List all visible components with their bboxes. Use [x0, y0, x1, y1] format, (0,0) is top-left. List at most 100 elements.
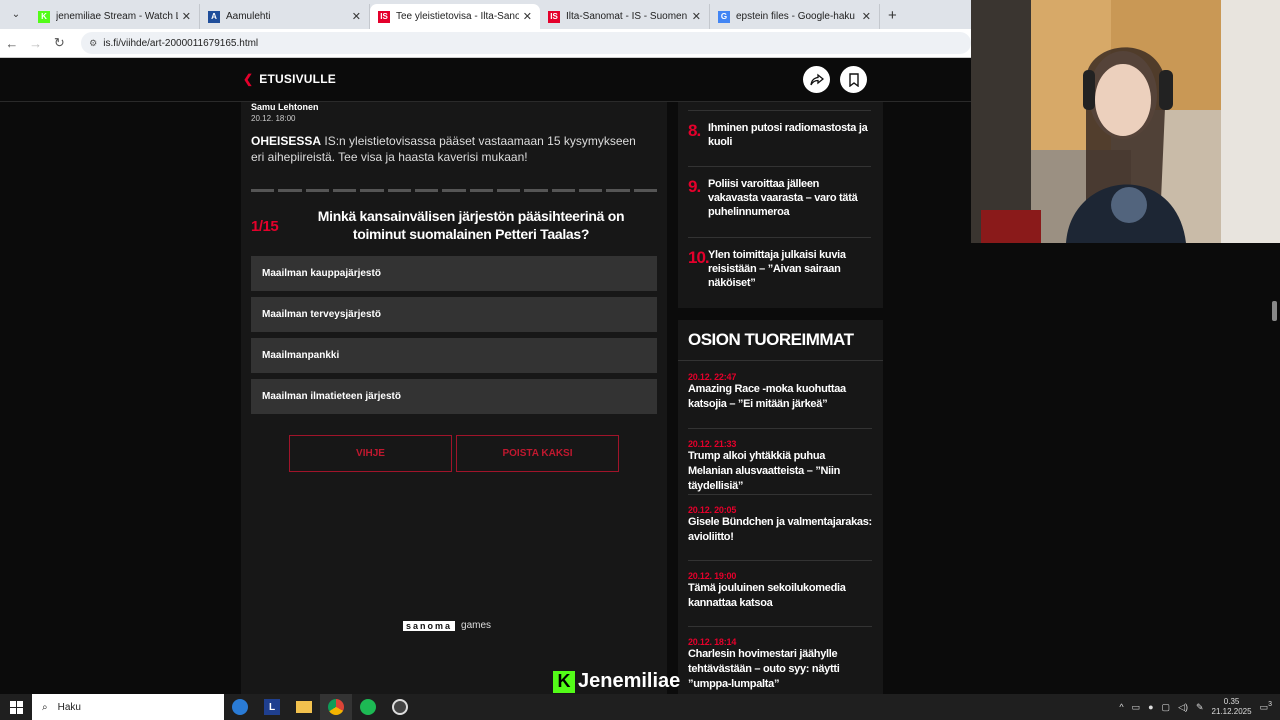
network-icon[interactable]: ▭ — [1132, 702, 1141, 713]
tab-title: epstein files - Google-haku — [736, 11, 855, 22]
progress-segment — [606, 189, 630, 192]
browser-tab[interactable]: IS Tee yleistietovisa - Ilta-Sanomat ✕ — [370, 4, 540, 29]
answer-option[interactable]: Maailman terveysjärjestö — [251, 297, 657, 332]
windows-icon — [9, 700, 23, 714]
back-to-frontpage-link[interactable]: ❮ ETUSIVULLE — [243, 72, 336, 86]
back-arrow-icon[interactable]: ← — [0, 36, 24, 51]
headline: Ylen toimittaja julkaisi kuvia reisistää… — [708, 249, 846, 289]
clock[interactable]: 0.35 21.12.2025 — [1212, 697, 1252, 717]
quiz-progress — [251, 189, 657, 192]
microphone-icon[interactable]: ● — [1148, 702, 1153, 712]
browser-tab[interactable]: Gepstein files - Google-haku ✕ — [710, 4, 880, 29]
progress-segment — [578, 189, 603, 192]
quiz-article: Samu Lehtonen 20.12. 18:00 OHEISESSA IS:… — [241, 102, 667, 694]
clock-date: 21.12.2025 — [1211, 707, 1252, 716]
obs-icon — [392, 699, 408, 715]
taskbar-obs[interactable] — [384, 694, 416, 720]
close-tab-icon[interactable]: ✕ — [692, 10, 701, 23]
hint-button[interactable]: VIHJE — [289, 435, 452, 472]
volume-icon[interactable]: ◁) — [1178, 702, 1188, 713]
globe-app-icon — [232, 699, 248, 715]
headline: Ihminen putosi radiomastosta ja kuoli — [708, 122, 868, 148]
progress-segment — [551, 189, 575, 192]
notification-count: 3 — [1268, 701, 1272, 708]
progress-segment — [305, 189, 329, 192]
tab-favicon-icon: A — [208, 10, 220, 23]
chrome-icon — [328, 699, 344, 715]
progress-segment — [469, 189, 493, 192]
browser-tab[interactable]: Kjenemiliae Stream - Watch Live ✕ — [30, 4, 200, 29]
tab-title: Aamulehti — [226, 11, 271, 22]
bookmark-icon — [848, 72, 859, 87]
display-icon[interactable]: ▢ — [1162, 702, 1171, 713]
games-label: games — [461, 620, 492, 631]
article-date: 20.12. 18:00 — [251, 114, 296, 123]
item-title: Gisele Bündchen ja valmentajarakas: avio… — [688, 516, 872, 543]
progress-segment — [414, 189, 439, 192]
tab-search-button[interactable]: ⌄ — [4, 2, 28, 26]
latest-item[interactable]: 20.12. 19:00 Tämä jouluinen sekoilukomedi… — [688, 560, 872, 611]
bookmark-button[interactable] — [840, 66, 867, 93]
spotify-icon — [360, 699, 376, 715]
most-read-item[interactable]: 8. Ihminen putosi radiomastosta ja kuoli — [688, 110, 871, 149]
chevron-up-icon[interactable]: ^ — [1119, 702, 1123, 712]
most-read-item[interactable]: 10. Ylen toimittaja julkaisi kuvia reisis… — [688, 237, 871, 290]
clock-time: 0.35 — [1223, 697, 1240, 706]
site-top-nav: ❮ ETUSIVULLE — [0, 58, 971, 102]
forward-arrow-icon[interactable]: → — [24, 36, 48, 51]
item-title: Tämä jouluinen sekoilukomedia kannattaa … — [688, 582, 846, 609]
answer-option[interactable]: Maailmanpankki — [251, 338, 657, 373]
taskbar-search[interactable]: ⌕ Haku — [32, 694, 224, 720]
browser-tab[interactable]: IS Ilta-Sanomat - IS - Suomen suu ✕ — [540, 4, 710, 29]
kick-logo-icon: K — [553, 670, 575, 693]
latest-item[interactable]: 20.12. 22:47 Amazing Race -moka kuohuttaa… — [688, 372, 872, 412]
divider — [678, 360, 883, 361]
streamer-name: Jenemiliae — [578, 670, 681, 692]
reload-icon[interactable]: ↻ — [47, 35, 71, 51]
latest-heading: OSION TUOREIMMAT — [688, 330, 854, 349]
answer-option[interactable]: Maailman kauppajärjestö — [251, 256, 657, 291]
progress-segment — [251, 189, 275, 192]
new-tab-button[interactable]: + — [888, 7, 897, 24]
start-button[interactable] — [0, 700, 32, 714]
url-input[interactable]: ⚙ is.fi/viihde/art-2000011679165.html — [81, 32, 971, 54]
latest-item[interactable]: 20.12. 20:05 Gisele Bündchen ja valmentaj… — [688, 494, 872, 545]
item-time: 20.12. 22:47 — [688, 372, 737, 382]
stream-name-overlay: K Jenemiliae — [553, 670, 680, 693]
latest-item[interactable]: 20.12. 18:14 Charlesin hovimestari jäähyl… — [688, 626, 872, 692]
item-time: 20.12. 18:14 — [688, 637, 737, 647]
most-read-list: 8. Ihminen putosi radiomastosta ja kuoli 9… — [678, 102, 883, 308]
scrollbar-thumb[interactable] — [1272, 301, 1277, 321]
answer-option[interactable]: Maailman ilmatieteen järjestö — [251, 379, 657, 414]
folder-icon — [296, 701, 312, 713]
notification-icon[interactable]: ▭3 — [1260, 701, 1272, 713]
close-tab-icon[interactable]: ✕ — [182, 10, 191, 23]
close-tab-icon[interactable]: ✕ — [352, 10, 361, 23]
page-scrollbar[interactable] — [1270, 301, 1280, 694]
taskbar-chrome[interactable] — [320, 694, 352, 720]
pen-icon[interactable]: ✎ — [1196, 702, 1204, 713]
rank-number: 9. — [688, 177, 701, 196]
question-number: 1/15 — [251, 218, 279, 235]
close-tab-icon[interactable]: ✕ — [862, 10, 871, 23]
taskbar-app-l[interactable]: L — [256, 694, 288, 720]
chevron-left-icon: ❮ — [243, 72, 254, 86]
close-tab-icon[interactable]: ✕ — [523, 10, 532, 23]
most-read-item[interactable]: 9. Poliisi varoittaa jälleen vakavasta va… — [688, 166, 871, 219]
taskbar-spotify[interactable] — [352, 694, 384, 720]
search-icon: ⌕ — [42, 701, 48, 713]
remove-two-button[interactable]: POISTA KAKSI — [456, 435, 619, 472]
item-time: 20.12. 21:33 — [688, 439, 737, 449]
item-time: 20.12. 20:05 — [688, 505, 737, 515]
system-tray: ^ ▭ ● ▢ ◁) ✎ 0.35 21.12.2025 ▭3 — [1119, 694, 1280, 720]
taskbar-app-edge[interactable] — [224, 694, 256, 720]
share-button[interactable] — [803, 66, 830, 93]
tab-title: jenemiliae Stream - Watch Live — [56, 11, 178, 22]
article-lead: OHEISESSA IS:n yleistietovisassa pääset … — [251, 133, 651, 165]
latest-item[interactable]: 20.12. 21:33 Trump alkoi yhtäkkiä puhua M… — [688, 428, 872, 494]
site-info-icon[interactable]: ⚙ — [89, 38, 97, 49]
browser-tab[interactable]: A Aamulehti ✕ — [200, 4, 370, 29]
tab-favicon-icon: G — [718, 10, 730, 23]
tab-favicon-icon: IS — [548, 10, 560, 23]
taskbar-file-explorer[interactable] — [288, 694, 320, 720]
